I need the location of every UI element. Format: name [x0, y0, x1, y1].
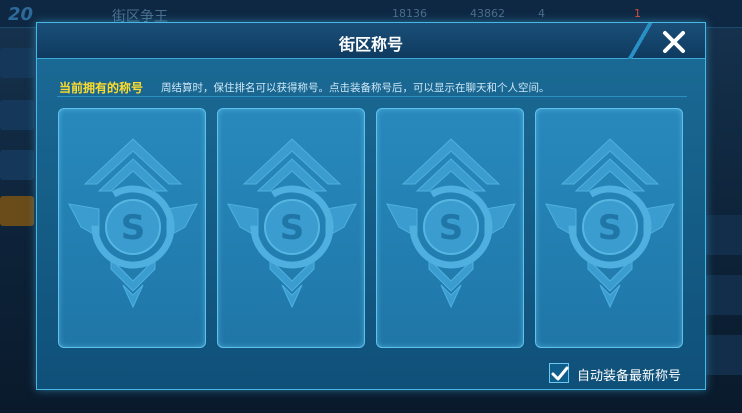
svg-text:S: S: [439, 208, 464, 248]
background-side-tab: [0, 196, 34, 226]
title-slot-card[interactable]: S: [58, 108, 206, 348]
game-logo: 20: [8, 4, 34, 25]
s-emblem-icon: S: [227, 138, 357, 309]
title-slot-card[interactable]: S: [217, 108, 365, 348]
owned-titles-label: 当前拥有的称号: [59, 81, 144, 95]
checkmark-icon: [551, 366, 569, 381]
auto-equip-checkbox[interactable]: [549, 363, 569, 383]
background-side-tab: [0, 150, 34, 180]
resource-tickets: 4: [538, 7, 545, 20]
background-side-tab: [0, 48, 34, 78]
svg-text:S: S: [121, 208, 146, 248]
svg-text:S: S: [598, 208, 623, 248]
s-emblem-icon: S: [386, 138, 516, 309]
info-row: 当前拥有的称号 周结算时，保住排名可以获得称号。点击装备称号后，可以显示在聊天和…: [57, 79, 687, 97]
street-titles-dialog: 街区称号 当前拥有的称号 周结算时，保住排名可以获得称号。点击装备称号后，可以显…: [36, 22, 706, 390]
auto-equip-label: 自动装备最新称号: [577, 369, 682, 384]
notification-badge: 1: [634, 7, 641, 20]
background-right-item: [704, 275, 742, 315]
background-right-item: [704, 335, 742, 375]
s-emblem-icon: S: [68, 138, 198, 309]
background-side-tab: [0, 100, 34, 130]
titles-description: 周结算时，保住排名可以获得称号。点击装备称号后，可以显示在聊天和个人空间。: [161, 82, 550, 94]
resource-coins: 18136: [392, 7, 427, 20]
title-slot-card[interactable]: S: [535, 108, 683, 348]
title-slot-card[interactable]: S: [376, 108, 524, 348]
background-right-item: [704, 215, 742, 255]
close-icon: [663, 31, 685, 53]
resource-gems: 43862: [470, 7, 505, 20]
dialog-header: 街区称号: [37, 23, 705, 59]
dialog-title: 街区称号: [338, 35, 403, 54]
svg-text:S: S: [280, 208, 305, 248]
s-emblem-icon: S: [545, 138, 675, 309]
close-button[interactable]: [661, 29, 687, 55]
